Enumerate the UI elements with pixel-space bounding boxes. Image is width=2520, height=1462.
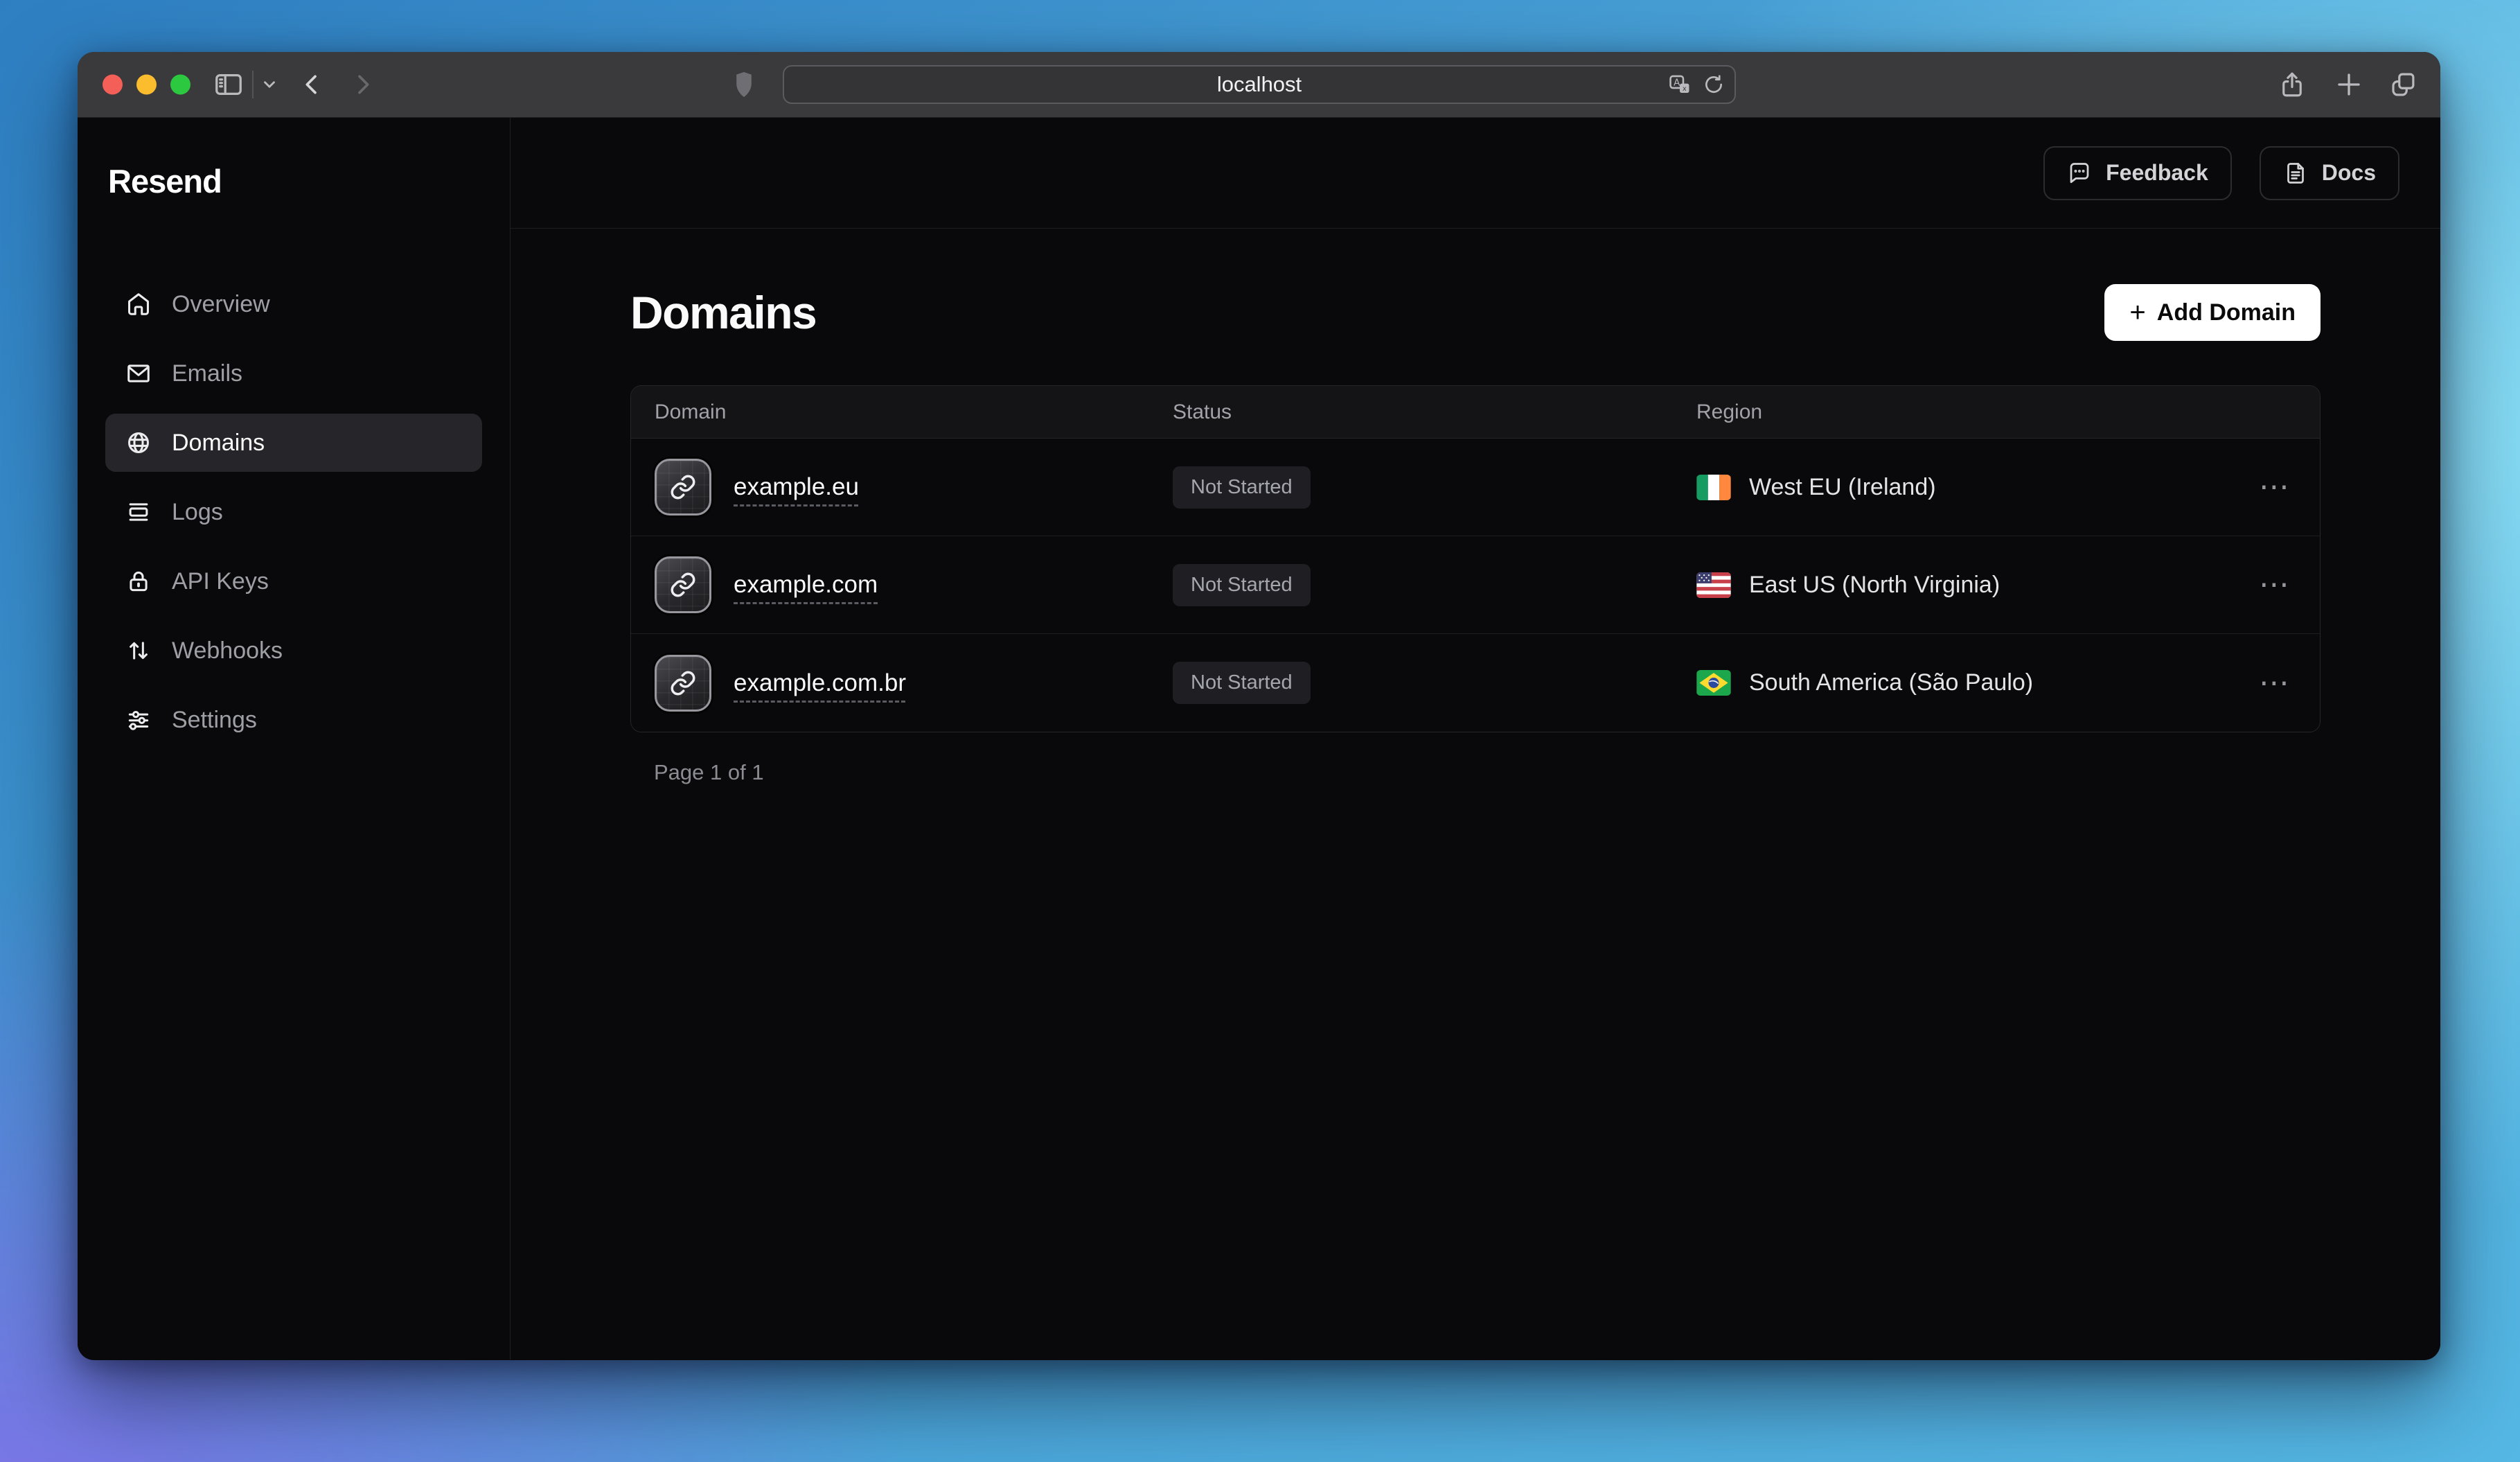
ireland-flag-icon: [1696, 475, 1731, 500]
domains-table: Domain Status Region: [630, 385, 2321, 732]
sidebar-item-domains[interactable]: Domains: [105, 414, 482, 472]
united-states-flag-icon: [1696, 572, 1731, 598]
zoom-window-button[interactable]: [170, 75, 190, 95]
add-domain-button[interactable]: + Add Domain: [2104, 284, 2321, 341]
page-title: Domains: [630, 286, 816, 339]
table-header: Domain Status Region: [631, 386, 2320, 439]
region-label: West EU (Ireland): [1749, 474, 1936, 501]
sidebar: Resend Overview Em: [78, 118, 511, 1359]
svg-text:x: x: [1683, 85, 1687, 93]
translate-icon[interactable]: A x: [1668, 73, 1692, 96]
sidebar-item-api-keys[interactable]: API Keys: [105, 552, 482, 610]
page-content: Domains + Add Domain Domain Status Regio…: [511, 229, 2440, 785]
pagination-status: Page 1 of 1: [630, 760, 2321, 785]
lock-icon: [125, 567, 152, 595]
sidebar-item-settings[interactable]: Settings: [105, 691, 482, 749]
region-label: East US (North Virginia): [1749, 572, 2000, 599]
top-header-bar: Feedback Docs: [511, 118, 2440, 229]
sidebar-item-label: API Keys: [172, 568, 269, 595]
domain-link[interactable]: example.com: [734, 571, 878, 599]
brazil-flag-icon: [1696, 670, 1731, 696]
column-header-region: Region: [1696, 400, 2237, 424]
docs-button[interactable]: Docs: [2260, 146, 2399, 200]
link-icon[interactable]: [655, 459, 711, 516]
mail-icon: [125, 360, 152, 387]
sliders-icon: [125, 706, 152, 734]
feedback-bubble-icon: [2067, 161, 2092, 186]
table-row: example.eu Not Started West EU (Ireland): [631, 439, 2320, 536]
sidebar-item-emails[interactable]: Emails: [105, 344, 482, 403]
table-row: example.com.br Not Started: [631, 634, 2320, 732]
column-header-status: Status: [1173, 400, 1696, 424]
reload-icon[interactable]: [1703, 73, 1725, 96]
chevron-down-icon[interactable]: [260, 76, 278, 94]
status-badge: Not Started: [1173, 662, 1311, 704]
forward-icon[interactable]: [349, 71, 377, 98]
sidebar-toggle-icon[interactable]: [213, 69, 245, 100]
region-label: South America (São Paulo): [1749, 669, 2033, 696]
logs-icon: [125, 498, 152, 526]
new-tab-icon[interactable]: [2334, 70, 2363, 99]
row-menu-button[interactable]: ⋯: [2259, 668, 2292, 698]
arrows-up-down-icon: [125, 637, 152, 664]
row-menu-button[interactable]: ⋯: [2259, 472, 2292, 502]
share-icon[interactable]: [2278, 70, 2307, 99]
add-domain-button-label: Add Domain: [2157, 299, 2296, 326]
resend-app: Resend Overview Em: [78, 118, 2440, 1359]
domain-link[interactable]: example.eu: [734, 473, 859, 501]
main-column: Feedback Docs Domains +: [511, 118, 2440, 1359]
close-window-button[interactable]: [103, 75, 123, 95]
link-icon[interactable]: [655, 655, 711, 712]
toolbar-divider: [252, 71, 254, 98]
status-badge: Not Started: [1173, 564, 1311, 606]
back-icon[interactable]: [298, 71, 326, 98]
window-controls: [103, 75, 190, 95]
feedback-button[interactable]: Feedback: [2043, 146, 2232, 200]
browser-window: localhost A x: [78, 52, 2440, 1360]
home-icon: [125, 290, 152, 318]
sidebar-item-logs[interactable]: Logs: [105, 483, 482, 541]
sidebar-item-label: Webhooks: [172, 637, 283, 664]
sidebar-item-label: Domains: [172, 430, 265, 457]
privacy-shield-icon[interactable]: [736, 72, 752, 97]
url-text: localhost: [1217, 72, 1302, 97]
browser-toolbar: localhost A x: [78, 52, 2440, 118]
docs-button-label: Docs: [2322, 160, 2376, 186]
globe-icon: [125, 429, 152, 457]
url-bar[interactable]: localhost A x: [783, 65, 1736, 104]
document-icon: [2283, 161, 2308, 186]
feedback-button-label: Feedback: [2106, 160, 2208, 186]
minimize-window-button[interactable]: [136, 75, 157, 95]
sidebar-item-label: Overview: [172, 291, 270, 318]
status-badge: Not Started: [1173, 466, 1311, 509]
sidebar-item-label: Emails: [172, 360, 242, 387]
sidebar-item-overview[interactable]: Overview: [105, 275, 482, 333]
domain-link[interactable]: example.com.br: [734, 669, 906, 697]
column-header-domain: Domain: [631, 400, 1173, 424]
plus-icon: +: [2129, 299, 2145, 326]
row-menu-button[interactable]: ⋯: [2259, 570, 2292, 600]
link-icon[interactable]: [655, 556, 711, 613]
table-row: example.com Not Started: [631, 536, 2320, 634]
sidebar-nav: Overview Emails: [105, 275, 482, 749]
tab-overview-icon[interactable]: [2388, 70, 2417, 99]
sidebar-item-webhooks[interactable]: Webhooks: [105, 622, 482, 680]
resend-logo: Resend: [105, 162, 482, 200]
svg-text:A: A: [1674, 78, 1680, 88]
sidebar-item-label: Logs: [172, 499, 223, 526]
sidebar-item-label: Settings: [172, 707, 257, 734]
